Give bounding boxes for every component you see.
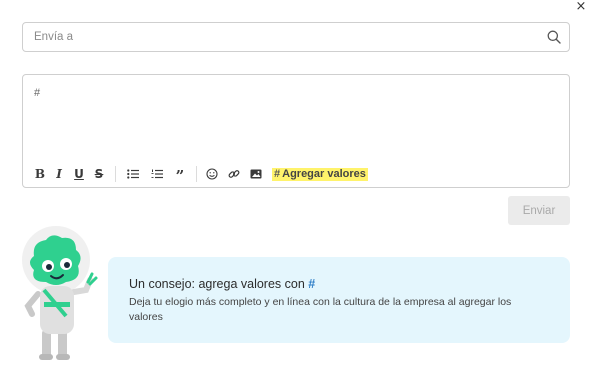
numbered-list-icon	[151, 169, 163, 179]
search-icon[interactable]	[546, 29, 562, 45]
bold-button[interactable]: B	[33, 165, 47, 183]
link-icon	[228, 170, 240, 178]
send-button[interactable]: Enviar	[508, 196, 570, 225]
recipient-search-box[interactable]	[22, 22, 570, 52]
close-button[interactable]: ×	[574, 0, 588, 14]
tip-body: Deja tu elogio más completo y en línea c…	[129, 296, 512, 323]
bullet-list-button[interactable]	[126, 165, 140, 183]
values-hash: #	[274, 168, 281, 180]
tip-card: Un consejo: agrega valores con # Deja tu…	[108, 257, 570, 343]
formatting-toolbar: B I U S ” # Agregar valores	[33, 165, 368, 185]
editor-content[interactable]: #	[34, 87, 40, 99]
add-values-label: Agregar valores	[282, 168, 366, 180]
add-values-button[interactable]: # Agregar valores	[272, 167, 368, 181]
emoji-icon	[206, 168, 218, 180]
mascot-illustration	[22, 226, 98, 360]
emoji-button[interactable]	[205, 165, 219, 183]
bullet-list-icon	[127, 169, 139, 179]
image-icon	[250, 169, 262, 179]
toolbar-divider	[196, 166, 197, 182]
strikethrough-button[interactable]: S	[93, 165, 105, 183]
message-editor[interactable]: # B I U S ” # Agregar valores	[22, 74, 570, 188]
quote-button[interactable]: ”	[174, 165, 186, 185]
underline-button[interactable]: U	[73, 165, 85, 183]
italic-button[interactable]: I	[53, 165, 65, 183]
tip-title-text: Un consejo: agrega valores con	[129, 277, 305, 291]
image-button[interactable]	[249, 165, 263, 183]
link-button[interactable]	[227, 165, 241, 183]
toolbar-divider	[115, 166, 116, 182]
numbered-list-button[interactable]	[150, 165, 164, 183]
tip-title-hash: #	[308, 277, 316, 291]
tip-title: Un consejo: agrega valores con #	[129, 277, 315, 291]
close-icon: ×	[575, 0, 587, 14]
recipient-search-input[interactable]	[23, 23, 533, 51]
